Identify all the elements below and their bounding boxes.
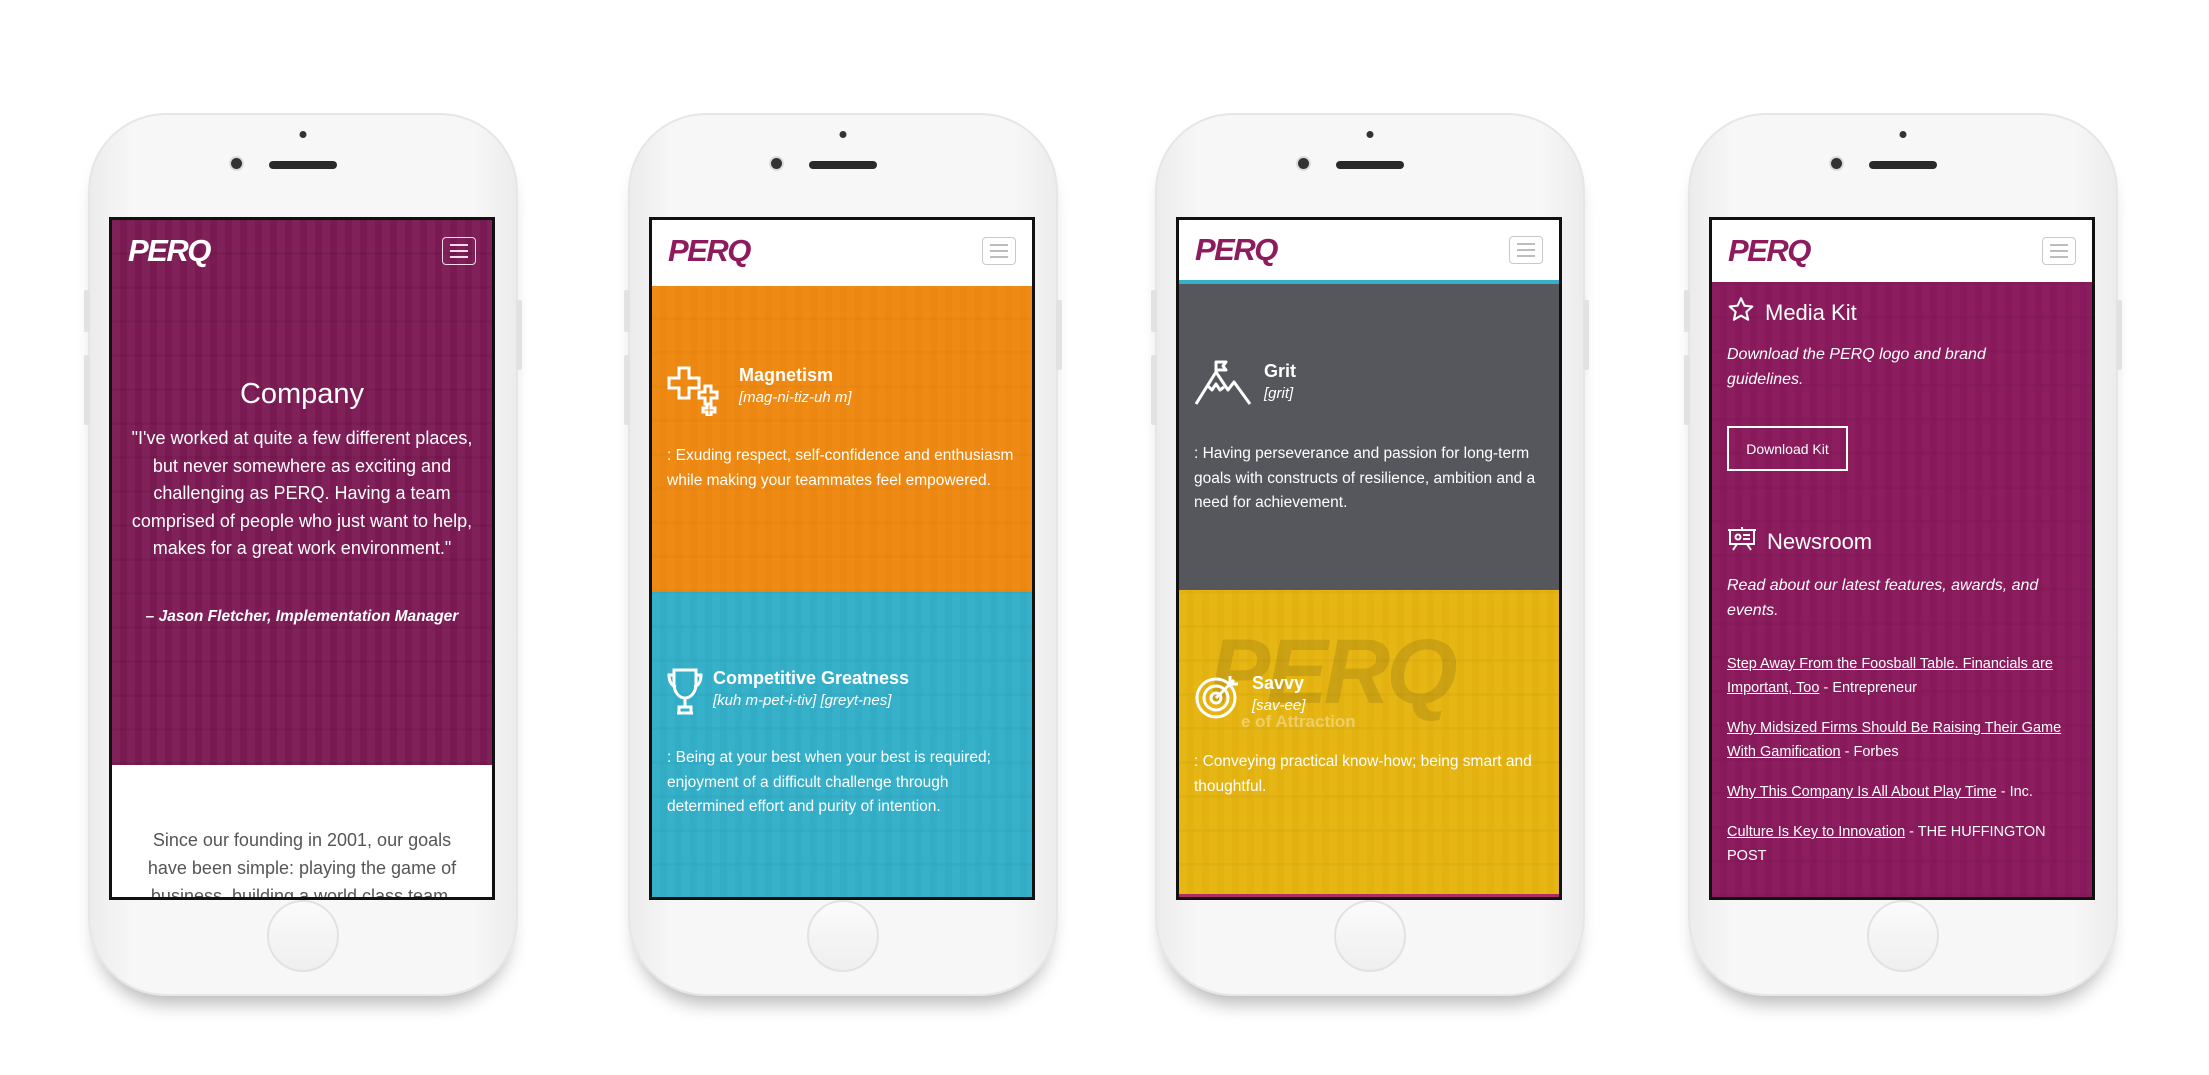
value-title: Competitive Greatness [713,668,910,688]
screen: PERQ Company "I've worked at quite a few… [109,217,495,900]
phone-side-button [1684,290,1690,332]
value-definition: : Exuding respect, self-confidence and e… [667,447,1014,489]
news-source: - Inc. [1996,784,2033,800]
home-button[interactable] [807,900,879,972]
phone-speaker [1869,161,1937,169]
value-title: Savvy [1252,673,1305,693]
screen: PERQ Media Kit Download the PERQ logo an… [1709,217,2095,900]
phone-side-button [1684,355,1690,425]
home-button[interactable] [267,900,339,972]
media-kit-title: Media Kit [1765,300,1857,325]
screen: PERQ Grit [grit] : Having perseverance a… [1176,217,1562,900]
phone-sensor [1366,131,1374,138]
home-button[interactable] [1867,900,1939,972]
testimonial-author: – Jason Fletcher, Implementation Manager [145,608,459,625]
topbar: PERQ [112,220,492,282]
value-pronunciation: [grit] [1264,385,1294,402]
value-definition: : Being at your best when your best is r… [667,749,991,815]
phone-side-button [1151,290,1157,332]
media-kit-heading: Media Kit [1727,296,1857,330]
phone-side-button [2116,300,2122,370]
news-article-link[interactable]: Culture Is Key to Innovation [1727,824,1905,840]
value-definition: : Having perseverance and passion for lo… [1194,445,1536,511]
perq-logo[interactable]: PERQ [1728,233,1811,269]
phone-side-button [516,300,522,370]
office-photo-overlay [652,286,1032,592]
phone-side-button [84,290,90,332]
target-icon [1194,672,1242,720]
news-article: Step Away From the Foosball Table. Finan… [1727,652,2070,700]
phone-speaker [1336,161,1404,169]
star-icon [1727,296,1755,330]
value-card-magnetism: Magnetism [mag-ni-tiz-uh m] : Exuding re… [652,286,1032,592]
value-title: Grit [1264,361,1297,381]
plus-cluster-icon [667,364,729,416]
home-button[interactable] [1334,900,1406,972]
phone-company: PERQ Company "I've worked at quite a few… [84,113,522,996]
phone-media: PERQ Media Kit Download the PERQ logo an… [1684,113,2122,996]
hamburger-menu-icon[interactable] [1509,236,1543,264]
screen: PERQ Magnetism [mag-ni-tiz-uh m] : Exudi… [649,217,1035,900]
download-kit-button[interactable]: Download Kit [1727,426,1848,471]
news-article: Why Midsized Firms Should Be Raising The… [1727,716,2070,764]
media-kit-description: Download the PERQ logo and brand guideli… [1727,346,1986,388]
news-article: Culture Is Key to Innovation - THE HUFFI… [1727,820,2070,868]
news-source: - Forbes [1840,744,1899,760]
news-article-link[interactable]: Why This Company Is All About Play Time [1727,784,1997,800]
phone-side-button [624,290,630,332]
perq-logo[interactable]: PERQ [668,233,751,269]
phone-side-button [1056,300,1062,370]
hamburger-menu-icon[interactable] [2042,237,2076,265]
phone-camera [1831,158,1842,169]
news-source: - Entrepreneur [1819,680,1917,696]
hamburger-menu-icon[interactable] [442,237,476,265]
section-divider [1179,894,1559,897]
value-pronunciation: [mag-ni-tiz-uh m] [739,389,852,406]
topbar: PERQ [1712,220,2092,282]
phone-side-button [1583,300,1589,370]
topbar: PERQ [652,220,1032,282]
value-pronunciation: [sav-ee] [1252,697,1306,714]
mountain-flag-icon [1194,360,1254,406]
trophy-icon [667,667,703,717]
value-card-savvy: PERQ e of Attraction Savvy [sav-ee] : Co… [1179,590,1559,897]
phone-camera [771,158,782,169]
phone-side-button [84,355,90,425]
phone-sensor [299,131,307,138]
phone-sensor [839,131,847,138]
value-title: Magnetism [739,365,834,385]
perq-logo[interactable]: PERQ [1195,232,1278,268]
value-card-competitive-greatness: Competitive Greatness [kuh m-pet-i-tiv] … [652,592,1032,897]
newsroom-title: Newsroom [1767,529,1873,554]
company-intro-text: Since our founding in 2001, our goals ha… [147,830,457,900]
presentation-icon [1727,526,1757,558]
news-article: Why This Company Is All About Play Time … [1727,780,2070,804]
hamburger-menu-icon[interactable] [982,237,1016,265]
phone-side-button [1151,355,1157,425]
phone-side-button [624,355,630,425]
topbar: PERQ [1179,220,1559,284]
phone-speaker [269,161,337,169]
phone-sensor [1899,131,1907,138]
page-title: Company [239,378,365,410]
value-card-grit: Grit [grit] : Having perseverance and pa… [1179,284,1559,590]
phone-camera [1298,158,1309,169]
newsroom-description: Read about our latest features, awards, … [1727,577,2039,619]
perq-logo[interactable]: PERQ [128,233,211,269]
phone-speaker [809,161,877,169]
value-pronunciation: [kuh m-pet-i-tiv] [greyt-nes] [713,692,892,709]
phone-camera [231,158,242,169]
value-definition: : Conveying practical know-how; being sm… [1194,753,1532,795]
phone-values-1: PERQ Magnetism [mag-ni-tiz-uh m] : Exudi… [624,113,1062,996]
testimonial-quote: "I've worked at quite a few different pl… [131,428,473,558]
phone-values-2: PERQ Grit [grit] : Having perseverance a… [1151,113,1589,996]
newsroom-heading: Newsroom [1727,526,1872,558]
